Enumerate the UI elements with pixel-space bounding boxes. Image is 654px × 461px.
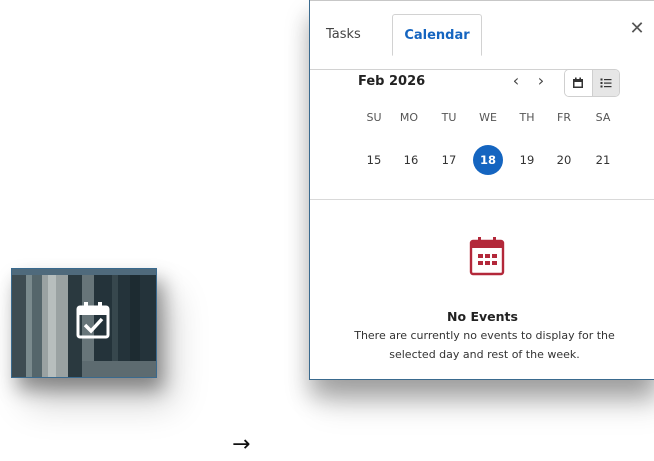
day-cell[interactable]: 20 <box>549 145 579 175</box>
arrow-right-icon: → <box>232 432 251 457</box>
chevron-left-icon[interactable]: ‹ <box>508 72 524 90</box>
empty-state-message: There are currently no events to display… <box>354 329 615 361</box>
weekday-label: WE <box>479 111 497 124</box>
empty-state-title: No Events <box>447 309 518 324</box>
weekday-label: FR <box>557 111 571 124</box>
calendar-grid-icon <box>469 237 505 276</box>
section-divider <box>310 199 654 200</box>
calendar-check-icon <box>76 302 110 339</box>
day-cell-selected[interactable]: 18 <box>473 145 503 175</box>
panel-top-border <box>310 0 654 1</box>
panel-tabs: Tasks Calendar <box>310 14 610 70</box>
tab-calendar[interactable]: Calendar <box>392 14 482 56</box>
list-view-button[interactable] <box>592 70 619 96</box>
weekday-label: TH <box>519 111 535 124</box>
day-cell[interactable]: 19 <box>512 145 542 175</box>
chevron-right-icon[interactable]: › <box>533 72 549 90</box>
month-label: Feb 2026 <box>358 74 426 89</box>
close-icon[interactable]: ✕ <box>628 20 646 38</box>
day-cell[interactable]: 17 <box>434 145 464 175</box>
day-cell[interactable]: 16 <box>396 145 426 175</box>
day-cell[interactable]: 21 <box>588 145 618 175</box>
list-view-icon <box>600 78 612 88</box>
calendar-view-icon <box>573 77 583 88</box>
calendar-view-button[interactable] <box>565 70 592 96</box>
calendar-popup-panel: Tasks Calendar ✕ Feb 2026 ‹ › SU MO TU W… <box>309 0 654 380</box>
calendar-launcher-tile[interactable] <box>11 268 157 378</box>
weekday-label: SA <box>595 111 611 124</box>
weekday-label: TU <box>441 111 457 124</box>
weekday-label: MO <box>399 111 419 124</box>
view-toggle <box>564 69 620 97</box>
weekday-label: SU <box>366 111 382 124</box>
day-cell[interactable]: 15 <box>359 145 389 175</box>
tab-tasks[interactable]: Tasks <box>326 14 361 55</box>
